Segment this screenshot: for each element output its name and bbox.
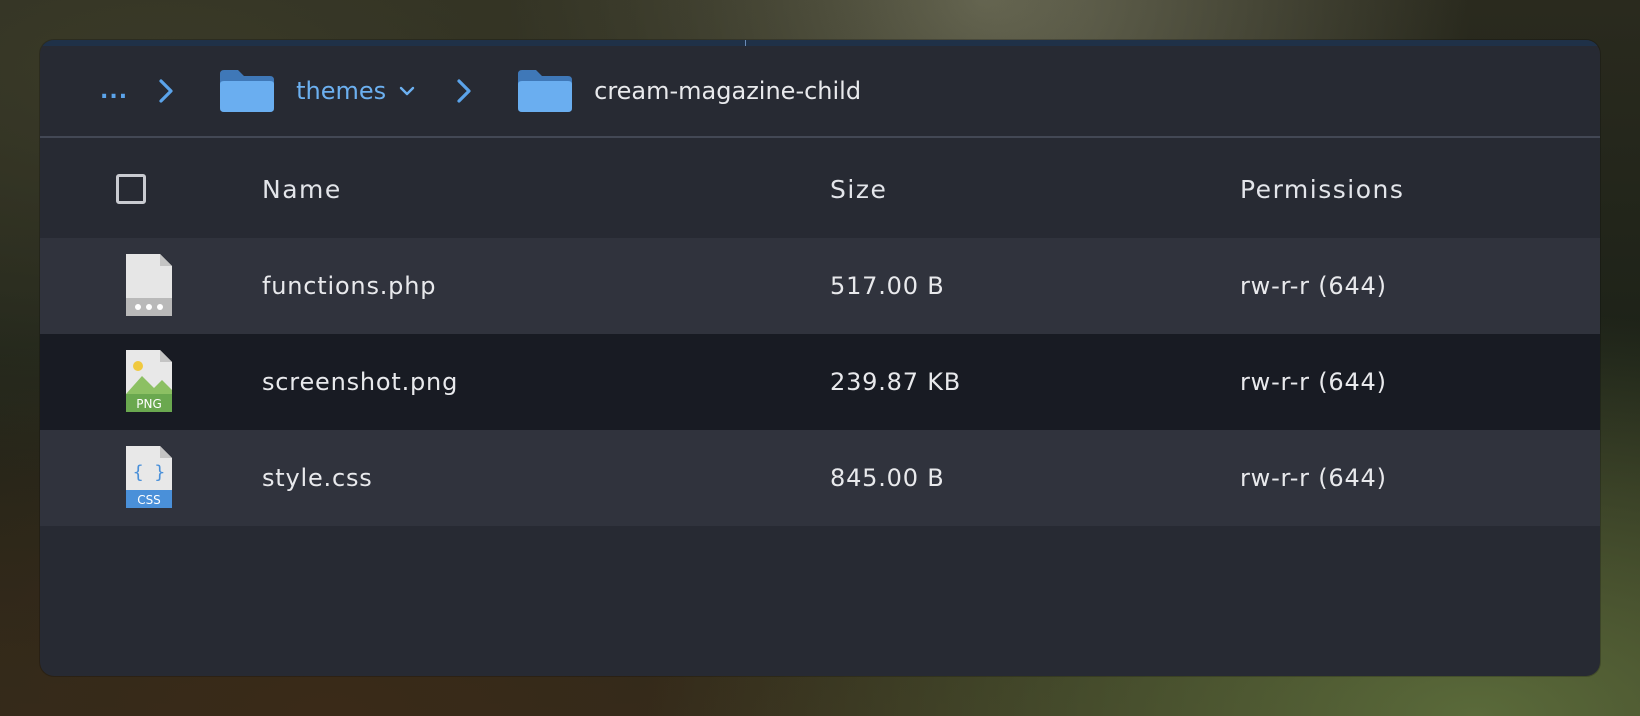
file-name: functions.php xyxy=(262,272,437,300)
file-size: 239.87 KB xyxy=(830,368,962,396)
file-name: style.css xyxy=(262,464,373,492)
breadcrumb-current-folder: cream-magazine-child xyxy=(594,77,862,105)
css-icon-glyph: { } xyxy=(133,462,166,483)
file-permissions[interactable]: rw-r-r (644) xyxy=(1240,368,1387,396)
column-header-name[interactable]: Name xyxy=(262,175,342,204)
chevron-right-icon xyxy=(159,79,173,103)
folder-icon[interactable] xyxy=(218,68,276,114)
select-all-checkbox[interactable] xyxy=(116,174,146,204)
breadcrumb-themes-link[interactable]: themes xyxy=(296,77,386,105)
table-row[interactable]: { } CSS style.css 845.00 B rw-r-r (644) xyxy=(40,430,1600,526)
breadcrumb-ellipsis[interactable]: ... xyxy=(100,79,128,104)
css-file-icon: { } CSS xyxy=(126,446,172,508)
file-browser-panel: ... themes cream-magazine-child Name Siz… xyxy=(40,40,1600,676)
table-row[interactable]: functions.php 517.00 B rw-r-r (644) xyxy=(40,238,1600,334)
chevron-right-icon xyxy=(457,79,471,103)
png-icon-label: PNG xyxy=(136,397,162,411)
chevron-down-icon[interactable] xyxy=(398,85,416,97)
column-header-permissions[interactable]: Permissions xyxy=(1240,175,1404,204)
css-icon-label: CSS xyxy=(137,493,161,507)
breadcrumb: ... themes cream-magazine-child xyxy=(40,46,1600,138)
file-permissions[interactable]: rw-r-r (644) xyxy=(1240,464,1387,492)
file-permissions[interactable]: rw-r-r (644) xyxy=(1240,272,1387,300)
file-name: screenshot.png xyxy=(262,368,459,396)
file-generic-icon xyxy=(126,254,172,316)
column-header-size[interactable]: Size xyxy=(830,175,887,204)
folder-icon xyxy=(518,70,573,112)
table-row[interactable]: PNG screenshot.png 239.87 KB rw-r-r (644… xyxy=(40,334,1600,430)
file-size: 845.00 B xyxy=(830,464,945,492)
png-file-icon: PNG xyxy=(126,350,172,412)
table-header: Name Size Permissions xyxy=(40,140,1600,238)
file-size: 517.00 B xyxy=(830,272,945,300)
